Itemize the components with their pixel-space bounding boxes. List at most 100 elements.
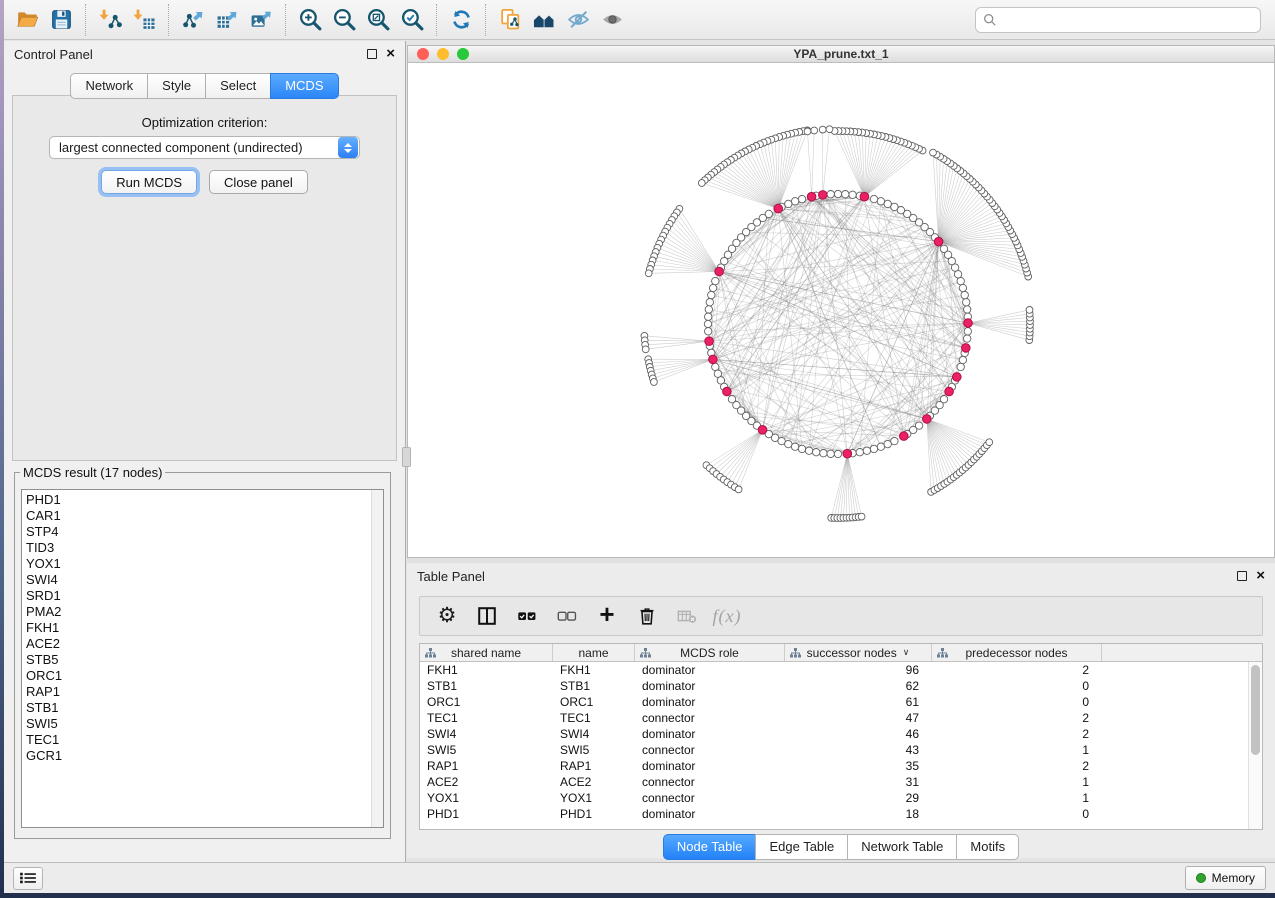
open-file-icon[interactable]	[10, 4, 44, 36]
refresh-layout-icon[interactable]	[444, 4, 478, 36]
ring-node[interactable]	[709, 284, 716, 291]
column-header-predecessor-nodes[interactable]: predecessor nodes	[932, 644, 1102, 661]
leaf-node[interactable]	[858, 513, 865, 520]
tab-network-table[interactable]: Network Table	[847, 834, 956, 860]
ring-node[interactable]	[877, 443, 884, 450]
ring-node[interactable]	[791, 198, 798, 205]
mcds-list-scrollbar[interactable]	[371, 490, 383, 827]
mcds-hub-node[interactable]	[953, 373, 962, 382]
ring-node[interactable]	[849, 191, 856, 198]
mcds-result-item[interactable]: PMA2	[26, 604, 383, 620]
mcds-hub-node[interactable]	[807, 192, 816, 201]
tab-motifs[interactable]: Motifs	[956, 834, 1019, 860]
run-mcds-button[interactable]: Run MCDS	[101, 170, 197, 194]
float-panel-icon[interactable]	[367, 49, 377, 59]
memory-button[interactable]: Memory	[1185, 866, 1266, 890]
mcds-hub-node[interactable]	[758, 426, 767, 435]
close-table-panel-icon[interactable]: ×	[1256, 571, 1265, 581]
mcds-hub-node[interactable]	[923, 415, 932, 424]
column-header-successor-nodes[interactable]: successor nodes∨	[785, 644, 932, 661]
ring-node[interactable]	[827, 450, 834, 457]
ring-node[interactable]	[705, 306, 712, 313]
ring-node[interactable]	[940, 245, 947, 252]
ring-node[interactable]	[957, 363, 964, 370]
clone-network-icon[interactable]	[493, 4, 527, 36]
ring-node[interactable]	[705, 313, 712, 320]
table-row[interactable]: SWI5SWI5connector431	[420, 742, 1248, 758]
export-network-icon[interactable]	[176, 4, 210, 36]
ring-node[interactable]	[706, 299, 713, 306]
table-row[interactable]: RAP1RAP1dominator352	[420, 758, 1248, 774]
tab-node-table[interactable]: Node Table	[663, 834, 756, 860]
ring-node[interactable]	[805, 447, 812, 454]
tab-mcds[interactable]: MCDS	[270, 73, 338, 99]
ring-node[interactable]	[842, 191, 849, 198]
ring-node[interactable]	[712, 277, 719, 284]
tab-edge-table[interactable]: Edge Table	[755, 834, 847, 860]
mcds-result-item[interactable]: CAR1	[26, 508, 383, 524]
column-header-name[interactable]: name	[553, 644, 635, 661]
mcds-hub-node[interactable]	[774, 204, 783, 213]
save-session-icon[interactable]	[44, 4, 78, 36]
import-network-icon[interactable]	[93, 4, 127, 36]
mcds-hub-node[interactable]	[964, 319, 973, 328]
ring-node[interactable]	[961, 291, 968, 298]
tasks-list-button[interactable]	[13, 867, 43, 890]
ring-node[interactable]	[870, 445, 877, 452]
mcds-result-item[interactable]: FKH1	[26, 620, 383, 636]
table-row[interactable]: SWI4SWI4dominator462	[420, 726, 1248, 742]
zoom-selected-icon[interactable]	[395, 4, 429, 36]
export-image-icon[interactable]	[244, 4, 278, 36]
ring-node[interactable]	[834, 450, 841, 457]
table-row[interactable]: ACE2ACE2connector311	[420, 774, 1248, 790]
ring-node[interactable]	[957, 277, 964, 284]
ring-node[interactable]	[798, 195, 805, 202]
mcds-result-item[interactable]: SWI4	[26, 572, 383, 588]
network-graph[interactable]	[408, 64, 1275, 557]
ring-node[interactable]	[940, 396, 947, 403]
mcds-hub-node[interactable]	[705, 337, 714, 346]
ring-node[interactable]	[964, 335, 971, 342]
table-scrollbar-thumb[interactable]	[1251, 665, 1260, 755]
table-row[interactable]: PHD1PHD1dominator180	[420, 806, 1248, 822]
column-header-shared-name[interactable]: shared name	[420, 644, 553, 661]
ring-node[interactable]	[820, 450, 827, 457]
ring-node[interactable]	[959, 356, 966, 363]
ring-node[interactable]	[708, 291, 715, 298]
mcds-result-item[interactable]: RAP1	[26, 684, 383, 700]
table-scrollbar[interactable]	[1248, 662, 1262, 829]
mcds-hub-node[interactable]	[900, 432, 909, 441]
tab-network[interactable]: Network	[70, 73, 147, 99]
ring-node[interactable]	[877, 198, 884, 205]
leaf-node[interactable]	[1026, 307, 1033, 314]
mcds-result-item[interactable]: PHD1	[26, 492, 383, 508]
column-header-MCDS-role[interactable]: MCDS role	[635, 644, 785, 661]
leaf-node[interactable]	[651, 379, 658, 386]
split-columns-icon[interactable]	[474, 603, 500, 629]
ring-node[interactable]	[785, 440, 792, 447]
mcds-result-item[interactable]: ACE2	[26, 636, 383, 652]
settings-gear-icon[interactable]: ⚙	[434, 603, 460, 629]
mcds-hub-node[interactable]	[860, 192, 869, 201]
leaf-node[interactable]	[642, 346, 649, 353]
mcds-result-item[interactable]: TID3	[26, 540, 383, 556]
tab-style[interactable]: Style	[147, 73, 205, 99]
close-panel-icon[interactable]: ×	[386, 49, 395, 59]
mcds-result-item[interactable]: SRD1	[26, 588, 383, 604]
leaf-node[interactable]	[698, 180, 705, 187]
mcds-result-item[interactable]: STB1	[26, 700, 383, 716]
ring-node[interactable]	[827, 191, 834, 198]
tab-select[interactable]: Select	[205, 73, 270, 99]
float-table-panel-icon[interactable]	[1237, 571, 1247, 581]
leaf-node[interactable]	[735, 486, 742, 493]
ring-node[interactable]	[791, 443, 798, 450]
export-table-icon[interactable]	[210, 4, 244, 36]
table-row[interactable]: STB1STB1dominator620	[420, 678, 1248, 694]
table-row[interactable]: FKH1FKH1dominator962	[420, 662, 1248, 678]
zoom-fit-icon[interactable]	[361, 4, 395, 36]
mcds-result-item[interactable]: STB5	[26, 652, 383, 668]
mcds-result-item[interactable]: GCR1	[26, 748, 383, 764]
ring-node[interactable]	[870, 195, 877, 202]
panel-splitter-handle[interactable]	[402, 447, 411, 467]
ring-node[interactable]	[856, 449, 863, 456]
